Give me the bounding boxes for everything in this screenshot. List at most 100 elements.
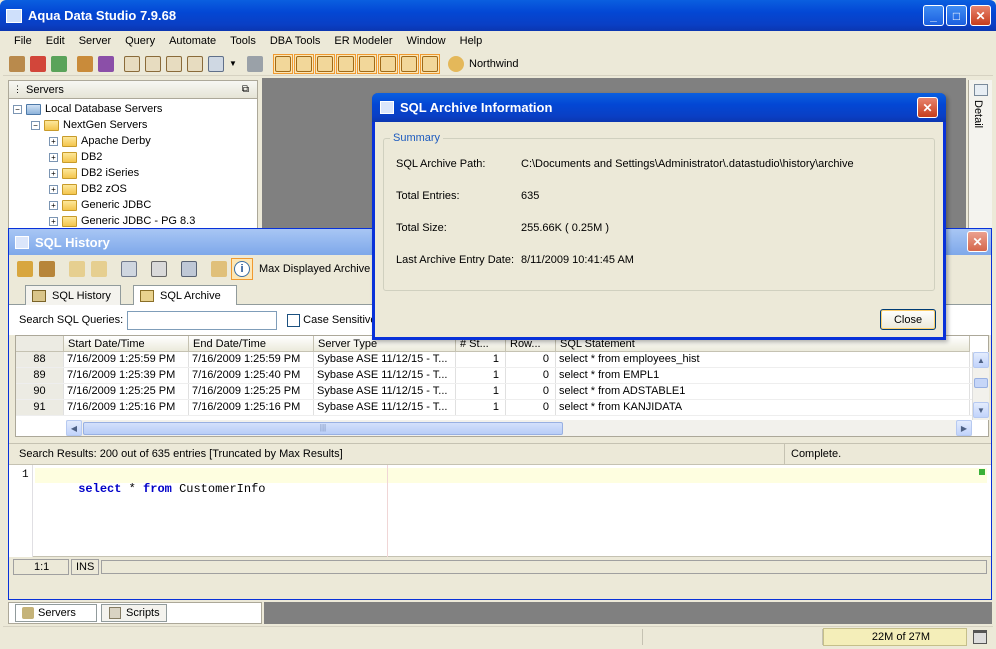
dialog-close-icon[interactable]: ✕ <box>917 97 938 118</box>
window-layout-5-icon[interactable] <box>357 53 377 74</box>
horizontal-scrollbar[interactable]: ◀ ||| ▶ <box>66 420 972 436</box>
tree-node[interactable]: − NextGen Servers <box>13 117 257 133</box>
collapse-icon[interactable]: − <box>31 120 40 130</box>
table-cell: 7/16/2009 1:25:16 PM <box>189 400 314 415</box>
tree-node[interactable]: + DB2 <box>13 149 257 165</box>
tree-node[interactable]: − Local Database Servers <box>13 101 257 117</box>
garbage-collect-icon[interactable] <box>973 629 987 644</box>
edit-icon[interactable] <box>67 259 87 279</box>
close-button[interactable]: ✕ <box>970 5 991 26</box>
h-scroll-thumb[interactable]: ||| <box>83 421 563 435</box>
compare-icon[interactable] <box>164 54 184 74</box>
menu-er-modeler[interactable]: ER Modeler <box>327 35 399 47</box>
schema-icon[interactable] <box>185 54 205 74</box>
window-layout-6-icon[interactable] <box>378 53 398 74</box>
scroll-right-icon[interactable]: ▶ <box>956 420 972 436</box>
new-server-icon[interactable] <box>7 54 27 74</box>
row-number-header[interactable] <box>16 336 64 351</box>
register-icon[interactable] <box>75 54 95 74</box>
scripts-bottom-tab[interactable]: Scripts <box>101 604 167 622</box>
connect-icon[interactable] <box>49 54 69 74</box>
menu-dba-tools[interactable]: DBA Tools <box>263 35 328 47</box>
tree-node[interactable]: + Generic JDBC <box>13 197 257 213</box>
table-row[interactable]: 90 7/16/2009 1:25:25 PM 7/16/2009 1:25:25 … <box>16 384 988 400</box>
window-layout-2-icon[interactable] <box>294 53 314 74</box>
export-icon[interactable] <box>15 259 35 279</box>
menu-automate[interactable]: Automate <box>162 35 223 47</box>
history-close-button[interactable]: ✕ <box>967 231 988 252</box>
archive-icon[interactable] <box>209 259 229 279</box>
status-cell-1 <box>3 628 643 645</box>
table-row[interactable]: 89 7/16/2009 1:25:39 PM 7/16/2009 1:25:40 … <box>16 368 988 384</box>
scroll-up-icon[interactable]: ▲ <box>973 352 989 368</box>
menu-server[interactable]: Server <box>72 35 118 47</box>
expand-icon[interactable]: + <box>49 168 58 178</box>
filter-icon[interactable] <box>149 259 169 279</box>
expand-icon[interactable]: + <box>49 184 58 194</box>
case-sensitive-checkbox[interactable] <box>287 313 301 327</box>
archive-info-dialog: SQL Archive Information ✕ Summary SQL Ar… <box>372 93 946 340</box>
search-status-bar: Search Results: 200 out of 635 entries [… <box>9 443 991 465</box>
expand-icon[interactable]: + <box>49 216 58 226</box>
edit-2-icon[interactable] <box>89 259 109 279</box>
column-header[interactable]: End Date/Time <box>189 336 314 351</box>
menu-window[interactable]: Window <box>400 35 453 47</box>
window-layout-7-icon[interactable] <box>399 53 419 74</box>
maximize-button[interactable]: □ <box>946 5 967 26</box>
row-number: 90 <box>16 384 64 399</box>
minimize-button[interactable]: _ <box>923 5 944 26</box>
table-row[interactable]: 88 7/16/2009 1:25:59 PM 7/16/2009 1:25:59 … <box>16 352 988 368</box>
edit-server-icon[interactable] <box>28 54 48 74</box>
restore-panel-icon[interactable]: ⧉ <box>242 84 249 95</box>
copy-icon[interactable] <box>119 259 139 279</box>
tree-node[interactable]: + DB2 iSeries <box>13 165 257 181</box>
tree-node[interactable]: + DB2 zOS <box>13 181 257 197</box>
connection-label[interactable]: Northwind <box>469 58 519 70</box>
menu-help[interactable]: Help <box>453 35 490 47</box>
detail-tab[interactable]: Detail <box>972 100 984 128</box>
sql-editor[interactable]: 1 select * from CustomerInfo <box>9 465 991 557</box>
close-dialog-button[interactable]: Close <box>880 309 936 330</box>
expand-icon[interactable]: + <box>49 136 58 146</box>
vertical-scrollbar[interactable]: ▲ ▼ <box>972 352 989 420</box>
app-title-bar[interactable]: Aqua Data Studio 7.9.68 _ □ ✕ <box>0 0 996 31</box>
expand-icon[interactable]: + <box>49 152 58 162</box>
tree-node[interactable]: + Apache Derby <box>13 133 257 149</box>
tree-node[interactable]: + Generic JDBC - PG 8.3 <box>13 213 257 229</box>
print-icon[interactable] <box>245 54 265 74</box>
menu-query[interactable]: Query <box>118 35 162 47</box>
tab-sql-history[interactable]: SQL History <box>25 285 121 305</box>
menu-file[interactable]: File <box>7 35 39 47</box>
dropdown-arrow-icon[interactable]: ▼ <box>227 54 239 74</box>
menu-edit[interactable]: Edit <box>39 35 72 47</box>
tab-sql-archive[interactable]: SQL Archive <box>133 285 237 305</box>
menu-tools[interactable]: Tools <box>223 35 263 47</box>
unregister-icon[interactable] <box>96 54 116 74</box>
window-layout-3-icon[interactable] <box>315 53 335 74</box>
delete-icon[interactable] <box>179 259 199 279</box>
scroll-left-icon[interactable]: ◀ <box>66 420 82 436</box>
window-layout-1-icon[interactable] <box>273 53 293 74</box>
scroll-thumb[interactable] <box>974 378 988 388</box>
expand-icon[interactable]: + <box>49 200 58 210</box>
folder-icon <box>62 135 77 147</box>
table-cell: Sybase ASE 11/12/15 - T... <box>314 352 456 367</box>
collapse-icon[interactable]: − <box>13 104 22 114</box>
script-icon[interactable] <box>206 54 226 74</box>
dialog-title-bar[interactable]: SQL Archive Information ✕ <box>372 93 946 122</box>
detail-icon[interactable] <box>974 84 988 96</box>
window-layout-4-icon[interactable] <box>336 53 356 74</box>
query-window-icon[interactable] <box>122 54 142 74</box>
editor-status-bar: 1:1 INS <box>9 559 991 575</box>
browse-icon[interactable] <box>143 54 163 74</box>
scroll-down-icon[interactable]: ▼ <box>973 402 989 418</box>
grip-icon: ⋮ <box>13 84 22 94</box>
window-layout-8-icon[interactable] <box>420 53 440 74</box>
servers-bottom-tab[interactable]: Servers <box>15 604 97 622</box>
table-cell: Sybase ASE 11/12/15 - T... <box>314 368 456 383</box>
import-icon[interactable] <box>37 259 57 279</box>
table-row[interactable]: 91 7/16/2009 1:25:16 PM 7/16/2009 1:25:16 … <box>16 400 988 416</box>
search-input[interactable] <box>127 310 278 330</box>
column-header[interactable]: Start Date/Time <box>64 336 189 351</box>
info-icon[interactable]: i <box>231 258 253 280</box>
